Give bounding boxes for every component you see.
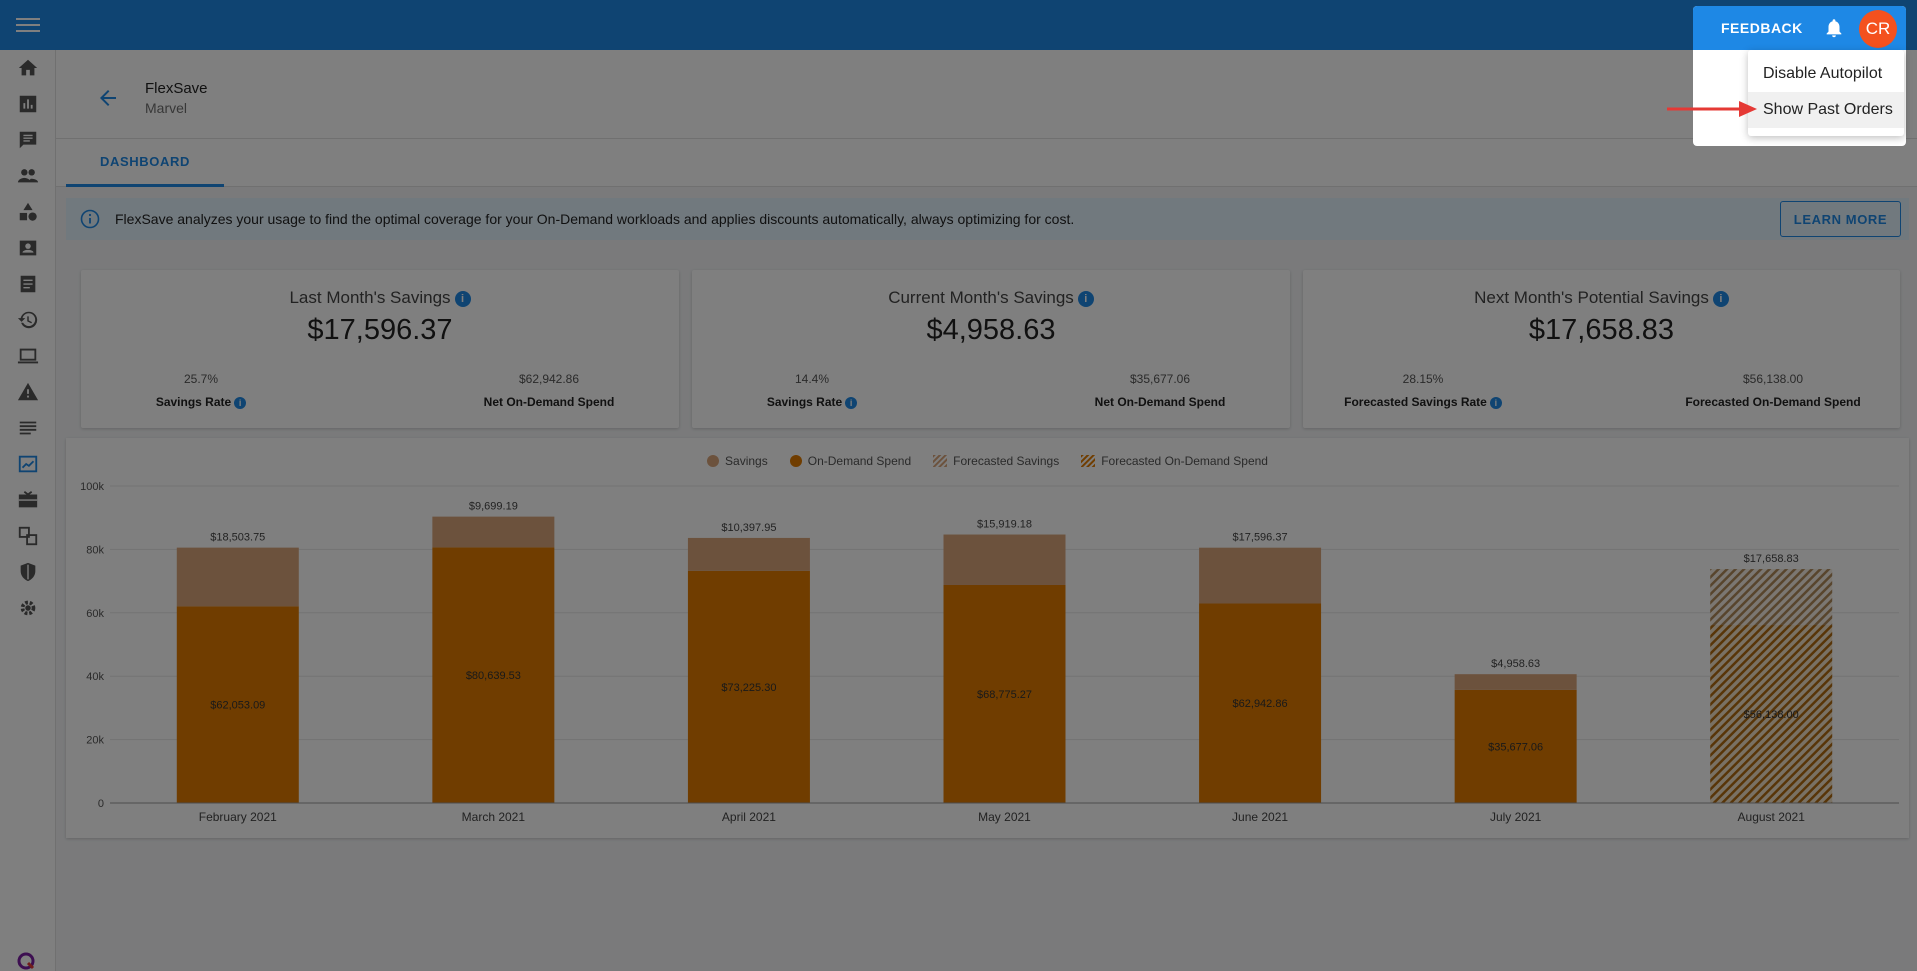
menu-item-show-past-orders[interactable]: Show Past Orders bbox=[1748, 92, 1904, 128]
annotation-arrow-icon bbox=[1667, 101, 1757, 117]
modal-backdrop[interactable] bbox=[0, 0, 1917, 971]
feedback-button[interactable]: FEEDBACK bbox=[1721, 20, 1803, 36]
menu-item-disable-autopilot[interactable]: Disable Autopilot bbox=[1748, 56, 1904, 92]
user-avatar[interactable]: CR bbox=[1859, 10, 1897, 48]
notifications-bell-icon[interactable] bbox=[1823, 16, 1845, 40]
account-menu: Disable Autopilot Show Past Orders bbox=[1748, 50, 1904, 136]
